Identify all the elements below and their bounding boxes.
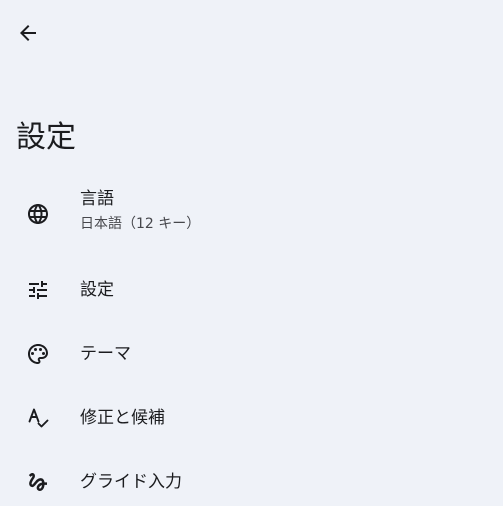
menu-item-glide-typing[interactable]: グライド入力 xyxy=(0,470,503,494)
page-title: 設定 xyxy=(16,120,76,155)
menu-item-label: テーマ xyxy=(80,344,131,364)
tune-sliders-icon xyxy=(26,278,50,302)
back-button[interactable] xyxy=(10,15,46,51)
menu-item-sublabel: 日本語（12 キー） xyxy=(80,216,201,232)
gesture-icon xyxy=(26,470,50,494)
arrow-back-icon xyxy=(16,21,40,45)
menu-item-corrections[interactable]: 修正と候補 xyxy=(0,406,503,430)
menu-item-label: 言語 xyxy=(80,189,114,209)
palette-icon xyxy=(26,342,50,366)
menu-item-label: 設定 xyxy=(80,280,114,300)
globe-icon xyxy=(26,202,50,226)
spellcheck-icon xyxy=(26,406,50,430)
menu-item-label: 修正と候補 xyxy=(80,408,165,428)
menu-item-label: グライド入力 xyxy=(80,472,182,492)
menu-item-language[interactable]: 言語 日本語（12 キー） xyxy=(0,188,503,240)
menu-item-theme[interactable]: テーマ xyxy=(0,342,503,366)
menu-item-settings[interactable]: 設定 xyxy=(0,278,503,302)
